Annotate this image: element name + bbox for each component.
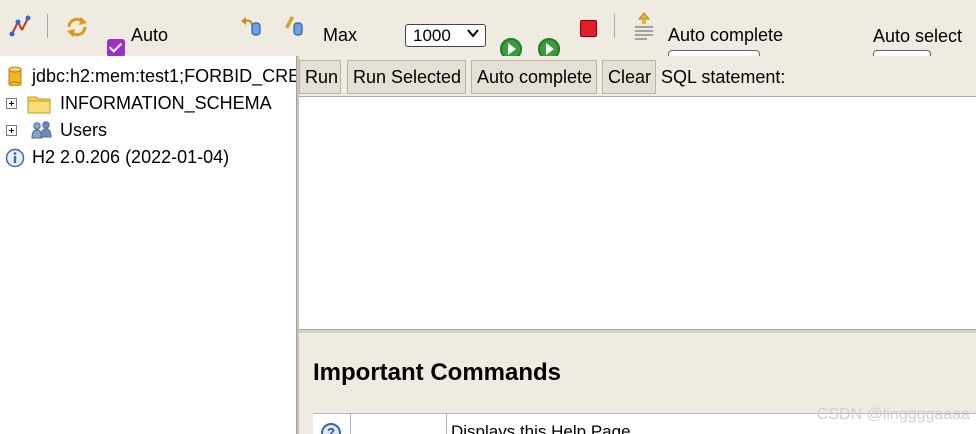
schema-tree: jdbc:h2:mem:test1;FORBID_CRE INFORMATION… bbox=[0, 56, 296, 434]
auto-select-label: Auto select bbox=[873, 26, 963, 46]
run-icon[interactable] bbox=[500, 38, 522, 56]
toolbar: Auto Max 1000 Auto complete Auto select bbox=[0, 0, 976, 56]
sql-statement-label: SQL statement: bbox=[661, 67, 786, 87]
auto-complete-button[interactable]: Auto complete bbox=[471, 60, 597, 94]
commit-icon[interactable] bbox=[281, 13, 307, 42]
sql-editor[interactable] bbox=[299, 96, 976, 330]
auto-commit-label: Auto bbox=[131, 25, 169, 45]
auto-complete-label: Auto complete bbox=[668, 25, 784, 45]
toolbar-separator bbox=[47, 14, 48, 38]
watermark: CSDN @linggggaaaa bbox=[816, 406, 970, 423]
history-icon[interactable] bbox=[633, 12, 655, 47]
run-button[interactable]: Run bbox=[299, 60, 341, 94]
expand-icon[interactable] bbox=[6, 125, 17, 136]
expand-icon[interactable] bbox=[6, 98, 17, 109]
toolbar-separator bbox=[614, 14, 615, 38]
tree-item-label: Users bbox=[60, 120, 108, 140]
folder-icon bbox=[27, 94, 51, 119]
max-rows-select[interactable]: 1000 bbox=[405, 24, 486, 47]
database-icon bbox=[8, 66, 22, 91]
run-selected-button[interactable]: Run Selected bbox=[347, 60, 466, 94]
rollback-icon[interactable] bbox=[237, 13, 263, 42]
users-icon bbox=[31, 120, 53, 145]
help-table-description: Displays this Help Page bbox=[451, 422, 631, 434]
auto-commit-checkbox[interactable] bbox=[107, 39, 125, 56]
help-title: Important Commands bbox=[313, 359, 562, 386]
run-selected-icon[interactable] bbox=[538, 38, 560, 56]
tree-item-label: INFORMATION_SCHEMA bbox=[60, 93, 272, 113]
info-icon bbox=[5, 148, 25, 173]
disconnect-icon[interactable] bbox=[8, 14, 32, 43]
help-table-command-cell bbox=[350, 414, 447, 434]
help-icon[interactable]: ? bbox=[321, 423, 341, 434]
refresh-icon[interactable] bbox=[64, 14, 90, 45]
clear-button[interactable]: Clear bbox=[602, 60, 656, 94]
version-label: H2 2.0.206 (2022-01-04) bbox=[32, 147, 230, 167]
max-rows-label: Max bbox=[323, 25, 358, 45]
max-rows-value: 1000 bbox=[413, 26, 451, 45]
query-panel: Run Run Selected Auto complete Clear SQL… bbox=[299, 56, 976, 434]
connection-url: jdbc:h2:mem:test1;FORBID_CRE bbox=[32, 66, 296, 86]
result-splitter[interactable] bbox=[299, 330, 976, 333]
chevron-down-icon bbox=[466, 26, 480, 42]
help-table-icon-cell: ? bbox=[313, 414, 351, 434]
stop-icon[interactable] bbox=[580, 20, 597, 37]
